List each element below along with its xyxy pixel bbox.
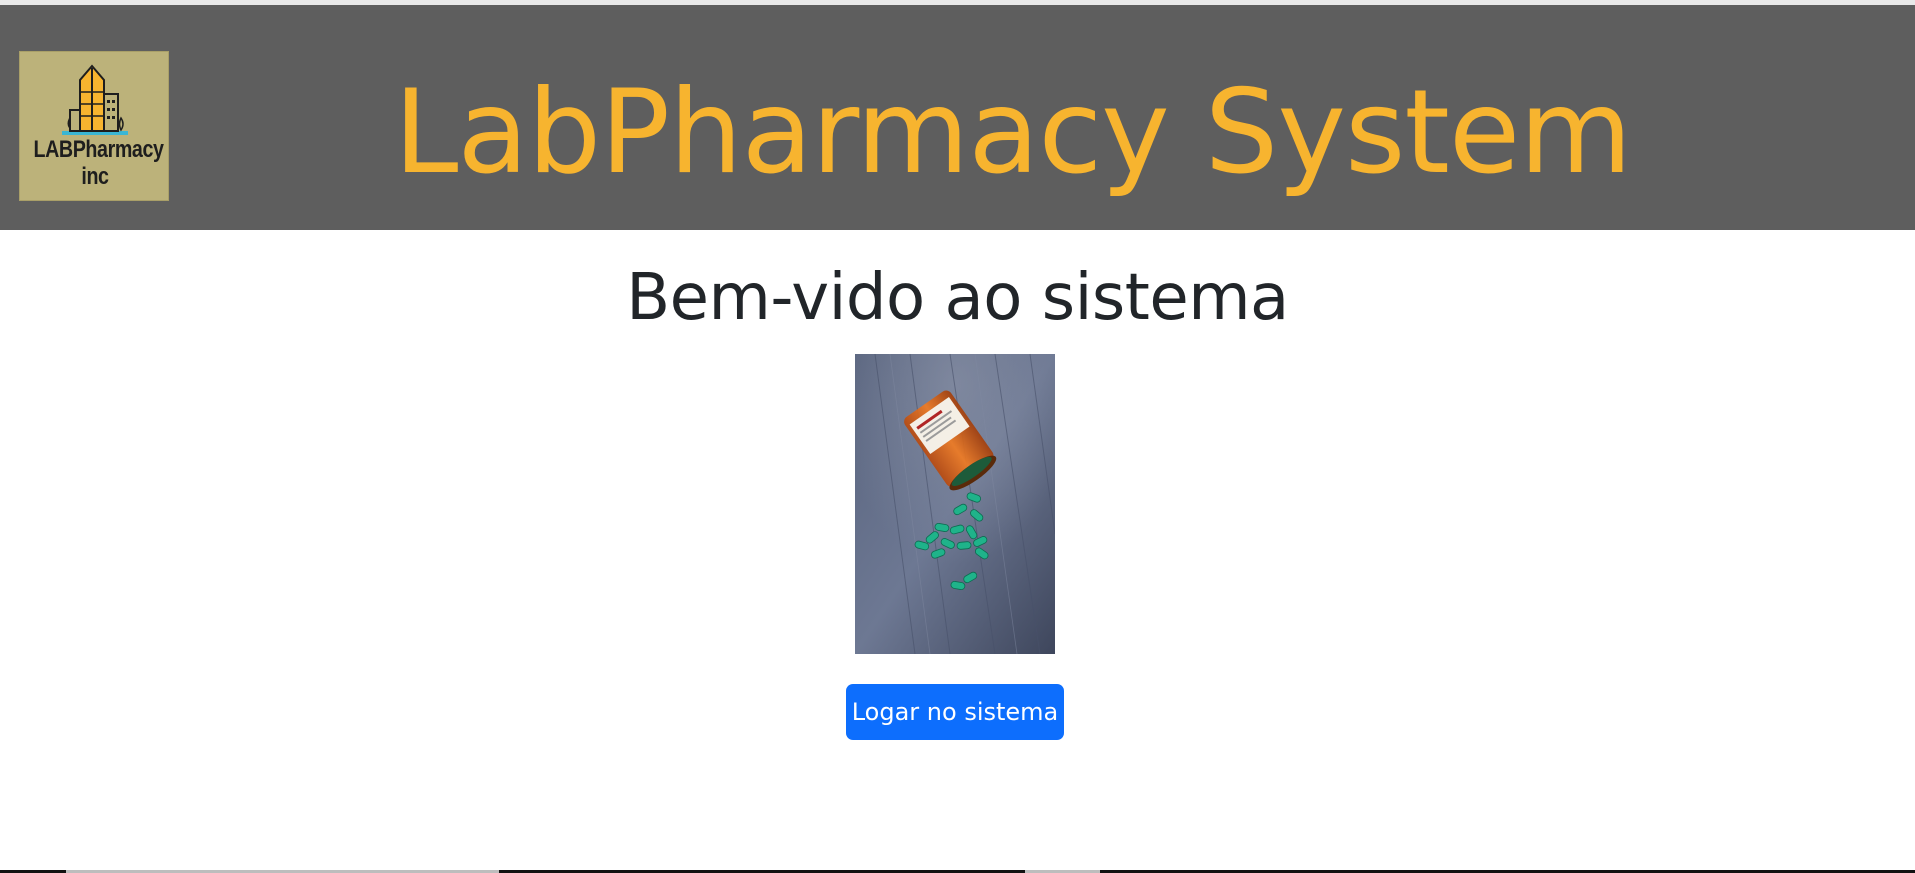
pill-bottle-photo	[855, 354, 1055, 654]
login-button[interactable]: Logar no sistema	[846, 684, 1064, 740]
app-title: LabPharmacy System	[393, 65, 1633, 200]
welcome-heading: Bem-vido ao sistema	[626, 261, 1289, 335]
site-header: LABPharmacy inc LabPharmacy System	[0, 5, 1915, 230]
